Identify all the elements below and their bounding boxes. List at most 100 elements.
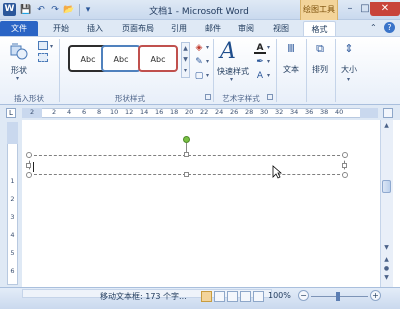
wordart-launcher-icon[interactable] [267,94,273,100]
text-effects-dropdown-icon[interactable]: ▾ [267,72,270,79]
quick-access-separator [79,4,80,16]
resize-handle-bottom[interactable] [184,172,189,177]
ruler-number: 30 [260,108,269,116]
draw-text-box-icon[interactable] [38,53,48,62]
text-outline-icon[interactable]: ✒ [254,56,266,68]
drawing-tools-label: 绘图工具 [303,5,335,14]
text-effects-icon[interactable]: A [254,70,266,82]
resize-handle-left[interactable] [26,163,31,168]
group-separator [335,39,336,102]
resize-handle-top-left[interactable] [26,152,32,158]
vertical-ruler[interactable] [7,122,18,285]
ruler-number: 2 [30,108,35,116]
shape-fill-dropdown-icon[interactable]: ▾ [206,44,209,51]
outline-view-button[interactable] [240,291,251,302]
ruler-number: 12 [125,108,134,116]
resize-handle-bottom-right[interactable] [342,172,348,178]
tab-home[interactable]: 开始 [48,21,74,36]
group-separator [306,39,307,102]
zoom-slider-thumb[interactable] [336,292,340,301]
ruler-number: 6 [82,108,87,116]
resize-handle-top[interactable] [184,152,189,157]
ruler-number: 28 [245,108,254,116]
arrange-icon[interactable]: ⧉ [313,42,327,60]
status-message: 移动文本框: 173 个字... [100,292,187,301]
full-screen-reading-view-button[interactable] [214,291,225,302]
shape-outline-icon[interactable]: ✎ [193,56,205,68]
shape-effects-icon[interactable]: ▢ [193,70,205,82]
shapes-icon[interactable] [10,42,28,62]
resize-handle-bottom-left[interactable] [26,172,32,178]
shape-style-sample-3[interactable]: Abc [138,45,178,72]
undo-icon[interactable]: ↶ [35,4,47,16]
close-button[interactable]: ✕ [370,2,400,16]
zoom-out-button[interactable]: − [298,290,309,301]
edit-shape-dropdown-icon[interactable]: ▾ [50,43,53,50]
tab-file[interactable]: 文件 [0,21,38,36]
vertical-ruler-number: 1 [10,177,15,185]
gallery-up-icon[interactable]: ▲ [182,43,189,54]
zoom-in-button[interactable]: + [370,290,381,301]
shape-style-gallery-scroll[interactable]: ▲ ▼ ▾ [181,42,190,78]
word-app-icon[interactable]: W [3,3,16,16]
shapes-dropdown-icon[interactable]: ▾ [16,75,19,82]
text-button-label[interactable]: 文本 [279,64,303,75]
redo-icon[interactable]: ↷ [49,4,61,16]
ruler-number: 16 [155,108,164,116]
tab-stop-selector[interactable]: L [6,108,16,118]
gallery-down-icon[interactable]: ▼ [182,54,189,65]
minimize-ribbon-icon[interactable]: ⌃ [370,23,377,32]
text-direction-icon[interactable]: Ⅲ [284,42,298,60]
zoom-level[interactable]: 100% [268,291,291,300]
tab-mailings[interactable]: 邮件 [200,21,226,36]
tab-references[interactable]: 引用 [166,21,192,36]
size-button-label[interactable]: 大小 [337,64,361,75]
view-ruler-toggle[interactable] [383,108,393,118]
draft-view-button[interactable] [253,291,264,302]
scroll-down-icon[interactable]: ▼ [381,244,392,253]
ruler-number: 4 [67,108,72,116]
ruler-number: 20 [185,108,194,116]
open-folder-icon[interactable]: 📂 [63,4,75,16]
tab-page-layout[interactable]: 页面布局 [115,21,161,36]
text-fill-icon[interactable]: A [254,42,266,54]
tab-format[interactable]: 格式 [303,21,336,36]
size-dropdown-icon[interactable]: ▾ [347,76,350,83]
shape-style-sample-2[interactable]: Abc [101,45,141,72]
shape-effects-dropdown-icon[interactable]: ▾ [206,72,209,79]
shape-fill-icon[interactable]: ◈ [193,42,205,54]
shape-styles-launcher-icon[interactable] [205,94,211,100]
document-page[interactable] [22,120,378,287]
arrange-button-label[interactable]: 排列 [308,64,332,75]
tab-insert[interactable]: 插入 [82,21,108,36]
resize-handle-right[interactable] [342,163,347,168]
scroll-up-icon[interactable]: ▲ [381,122,392,132]
ruler-number: 26 [230,108,239,116]
ruler-number: 36 [305,108,314,116]
text-outline-dropdown-icon[interactable]: ▾ [267,58,270,65]
shape-styles-group-label: 形状样式 [115,94,145,103]
group-separator [59,39,60,102]
customize-qat-icon[interactable]: ▾ [82,4,94,16]
tab-review[interactable]: 审阅 [233,21,259,36]
wordart-quick-styles-icon[interactable]: A [220,39,236,64]
tab-view[interactable]: 视图 [268,21,294,36]
help-icon[interactable]: ? [384,22,395,33]
resize-handle-top-right[interactable] [342,152,348,158]
gallery-more-icon[interactable]: ▾ [182,65,189,76]
size-icon[interactable]: ⇕ [342,42,356,60]
vertical-ruler-top-margin [7,122,18,144]
shape-outline-dropdown-icon[interactable]: ▾ [206,58,209,65]
print-layout-view-button[interactable] [201,291,212,302]
save-icon[interactable]: 💾 [20,4,32,16]
select-browse-object-icon[interactable]: ● [381,265,392,274]
quick-styles-dropdown-icon[interactable]: ▾ [230,76,233,83]
next-page-icon[interactable]: ▼ [381,274,392,283]
scroll-thumb[interactable] [382,180,391,193]
previous-page-icon[interactable]: ▲ [381,256,392,265]
text-fill-dropdown-icon[interactable]: ▾ [267,44,270,51]
ruler-number: 10 [110,108,119,116]
rotate-handle[interactable] [183,136,190,143]
web-layout-view-button[interactable] [227,291,238,302]
edit-shape-icon[interactable] [38,41,48,50]
